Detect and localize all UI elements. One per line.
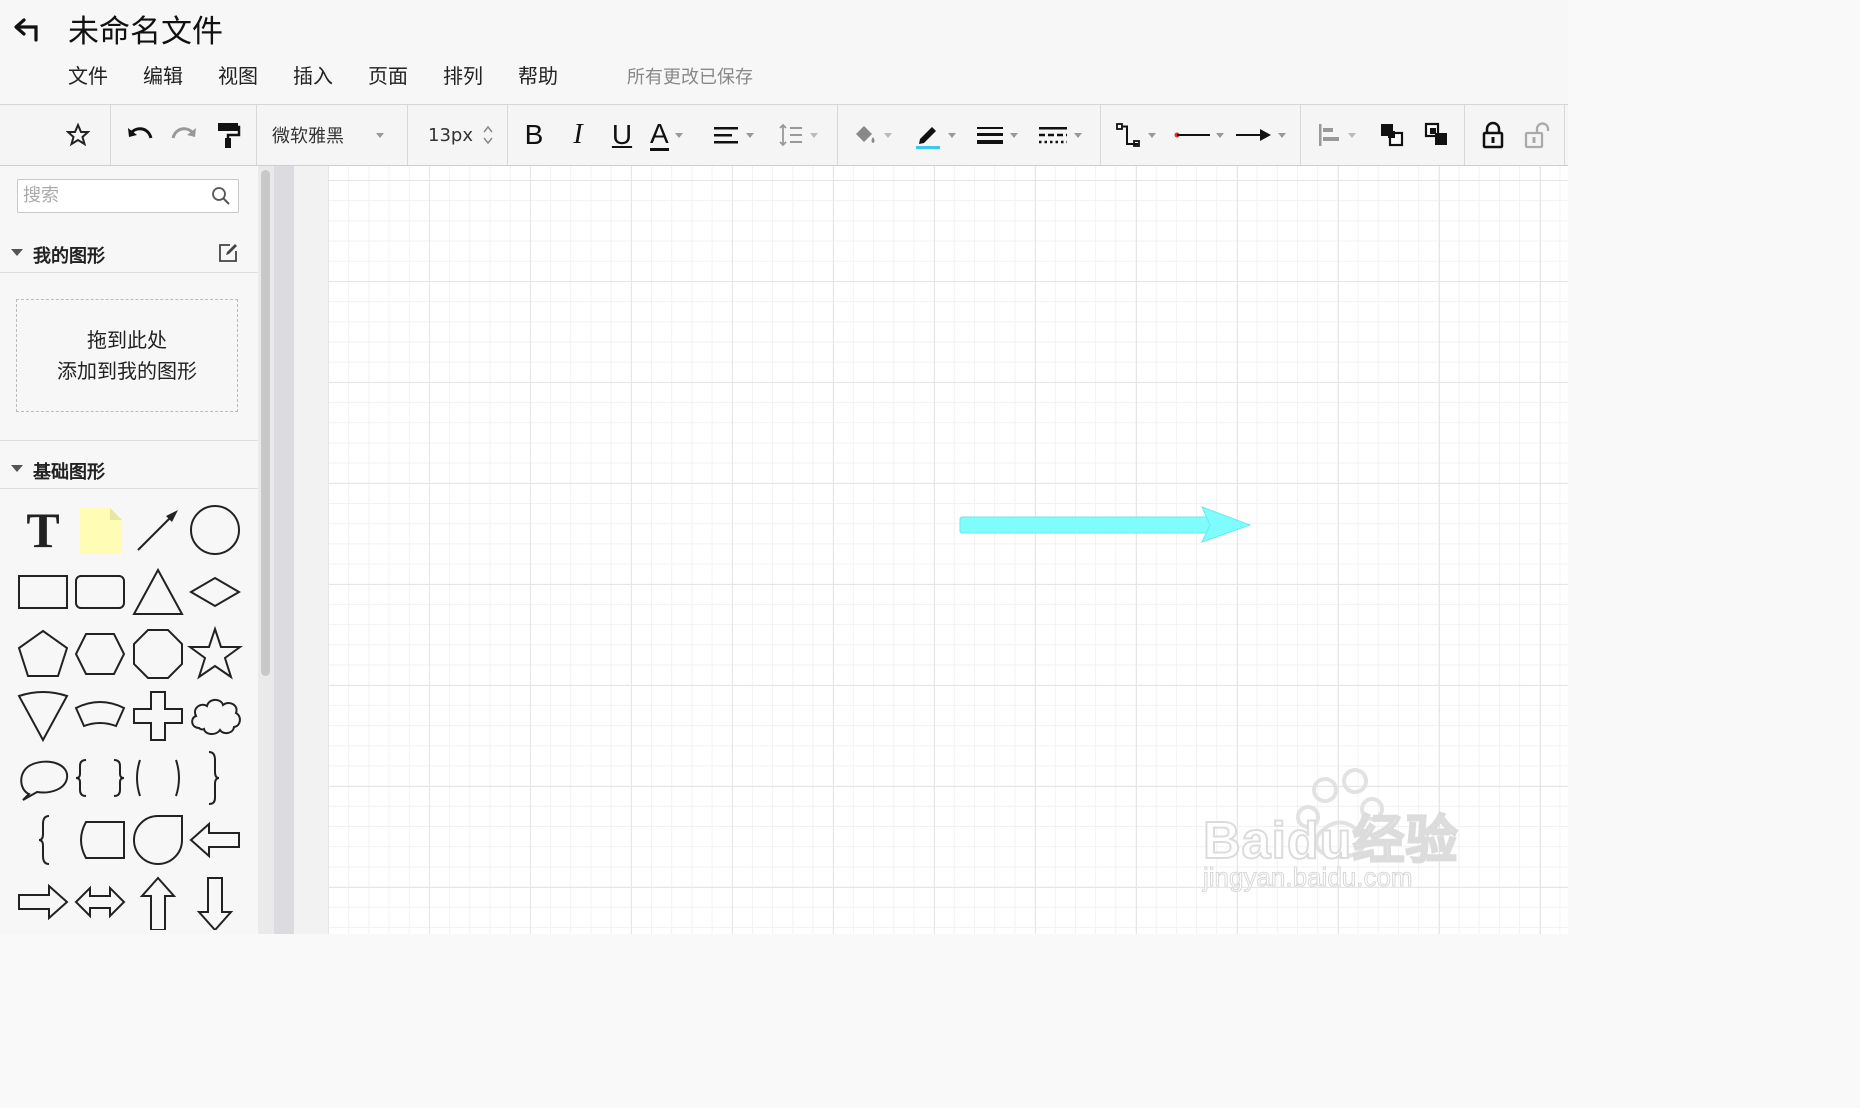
sidebar-scrollbar[interactable]: [258, 166, 274, 934]
braces-shape[interactable]: [72, 750, 128, 806]
edit-icon[interactable]: [218, 243, 238, 263]
cloud-shape[interactable]: [187, 688, 243, 744]
basic-shapes-header[interactable]: 基础图形: [0, 450, 258, 489]
my-shapes-drop-zone[interactable]: 拖到此处 添加到我的图形: [16, 299, 238, 412]
my-shapes-title: 我的图形: [33, 246, 105, 267]
redo-icon[interactable]: [168, 119, 200, 151]
stored-data-shape[interactable]: [72, 812, 128, 868]
unlock-icon[interactable]: [1522, 119, 1552, 151]
scrollbar-thumb[interactable]: [261, 170, 270, 676]
menu-bar: 文件 编辑 视图 插入 页面 排列 帮助: [68, 60, 593, 89]
send-back-icon[interactable]: [1422, 119, 1452, 151]
underline-icon[interactable]: U: [608, 119, 636, 151]
line-end-icon[interactable]: [1236, 119, 1288, 151]
text-align-icon[interactable]: [712, 119, 762, 151]
drop-hint-line2: 添加到我的图形: [57, 359, 197, 383]
menu-edit[interactable]: 编辑: [143, 60, 183, 89]
toolbar: 微软雅黑 13px B I U A: [0, 105, 1568, 166]
triangle-shape[interactable]: [130, 564, 186, 620]
arrow-line-shape[interactable]: [130, 502, 186, 558]
align-icon[interactable]: [1316, 119, 1364, 151]
bring-front-icon[interactable]: [1377, 119, 1407, 151]
pentagon-shape[interactable]: [15, 626, 71, 682]
note-shape[interactable]: [72, 502, 128, 558]
inverted-triangle-shape[interactable]: [15, 688, 71, 744]
rounded-rectangle-shape[interactable]: [72, 564, 128, 620]
fill-color-icon[interactable]: [852, 119, 902, 151]
collapse-triangle-icon: [11, 465, 23, 472]
text-shape[interactable]: T: [15, 502, 71, 558]
menu-page[interactable]: 页面: [368, 60, 408, 89]
save-status: 所有更改已保存: [627, 67, 753, 88]
connector-type-icon[interactable]: [1114, 119, 1164, 151]
cross-shape[interactable]: [130, 688, 186, 744]
octagon-shape[interactable]: [130, 626, 186, 682]
lock-icon[interactable]: [1478, 119, 1508, 151]
left-brace-shape[interactable]: [15, 812, 71, 868]
pin-icon[interactable]: [62, 119, 94, 151]
circle-shape[interactable]: [187, 502, 243, 558]
line-color-swatch: [916, 146, 940, 149]
line-start-icon[interactable]: [1174, 119, 1226, 151]
drop-hint-line1: 拖到此处: [87, 328, 167, 352]
menu-file[interactable]: 文件: [68, 60, 108, 89]
right-arrow-shape[interactable]: [15, 874, 71, 930]
right-brace-shape[interactable]: [187, 750, 243, 806]
search-icon[interactable]: [211, 186, 231, 206]
line-color-icon[interactable]: [914, 119, 964, 151]
basic-shapes-title: 基础图形: [33, 462, 105, 483]
line-width-icon[interactable]: [976, 119, 1026, 151]
canvas-arrow-shape[interactable]: [958, 506, 1252, 544]
italic-icon[interactable]: I: [564, 119, 592, 151]
menu-help[interactable]: 帮助: [518, 60, 558, 89]
line-spacing-icon[interactable]: [778, 119, 828, 151]
left-arrow-shape[interactable]: [187, 812, 243, 868]
delay-shape[interactable]: [130, 812, 186, 868]
search-box: [17, 179, 239, 213]
font-size-value: 13px: [428, 124, 473, 146]
my-shapes-header[interactable]: 我的图形: [0, 234, 258, 273]
diamond-shape[interactable]: [187, 564, 243, 620]
font-size-stepper[interactable]: 13px: [428, 119, 498, 151]
document-title[interactable]: 未命名文件: [68, 6, 223, 51]
bold-icon[interactable]: B: [520, 119, 548, 151]
shape-library-sidebar: 我的图形 拖到此处 添加到我的图形 基础图形 T: [0, 166, 258, 934]
font-family-select[interactable]: 微软雅黑: [272, 119, 397, 151]
sidebar-resize-handle[interactable]: [274, 166, 294, 934]
format-painter-icon[interactable]: [212, 119, 244, 151]
double-arrow-shape[interactable]: [72, 874, 128, 930]
brackets-shape[interactable]: [130, 750, 186, 806]
callout-shape[interactable]: [15, 750, 71, 806]
rectangle-shape[interactable]: [15, 564, 71, 620]
undo-icon[interactable]: [124, 119, 156, 151]
sector-shape[interactable]: [72, 688, 128, 744]
collapse-triangle-icon: [11, 249, 23, 256]
title-bar: 未命名文件 文件 编辑 视图 插入 页面 排列 帮助 所有更改已保存: [0, 0, 1568, 105]
font-color-button[interactable]: A: [650, 119, 700, 151]
down-arrow-shape[interactable]: [187, 874, 243, 932]
menu-arrange[interactable]: 排列: [443, 60, 483, 89]
font-color-icon: A: [650, 117, 669, 151]
up-arrow-shape[interactable]: [130, 874, 186, 931]
menu-insert[interactable]: 插入: [293, 60, 333, 89]
line-style-icon[interactable]: [1038, 119, 1088, 151]
star-shape[interactable]: [186, 625, 244, 682]
hexagon-shape[interactable]: [72, 626, 128, 682]
search-input[interactable]: [18, 180, 203, 210]
watermark-url: jingyan.baidu.com: [1203, 862, 1414, 893]
font-family-value: 微软雅黑: [272, 126, 344, 147]
back-icon[interactable]: [12, 10, 46, 44]
menu-view[interactable]: 视图: [218, 60, 258, 89]
